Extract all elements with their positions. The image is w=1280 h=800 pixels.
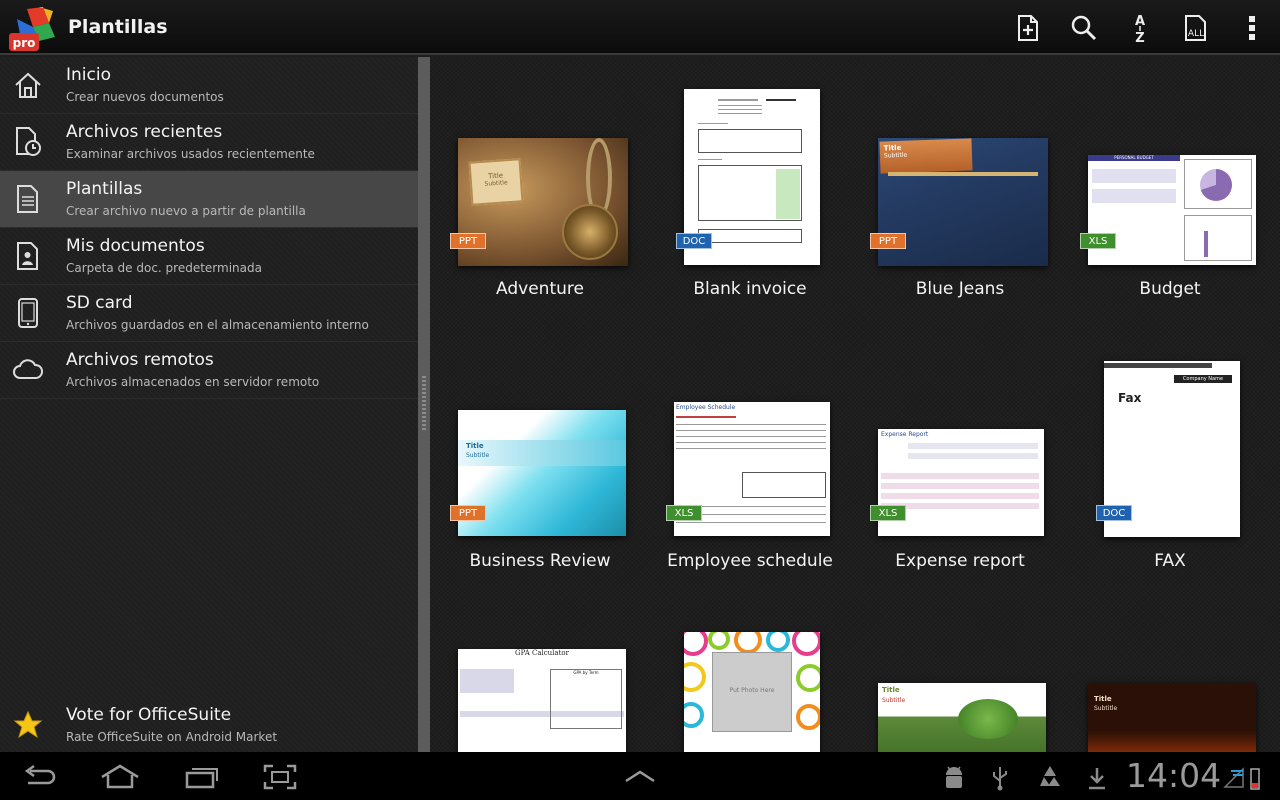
recent-apps-icon[interactable] xyxy=(182,762,222,792)
svg-text:pro: pro xyxy=(13,36,36,50)
search-icon[interactable] xyxy=(1066,10,1102,46)
file-type-badge: XLS xyxy=(870,505,906,521)
sidebar-item-subtitle: Carpeta de doc. predeterminada xyxy=(66,261,262,275)
file-type-badge: DOC xyxy=(676,233,712,249)
recent-files-icon xyxy=(11,125,45,159)
home-nav-icon[interactable] xyxy=(98,760,142,792)
sidebar-item-plantillas[interactable]: Plantillas Crear archivo nuevo a partir … xyxy=(0,171,418,228)
sidebar-item-inicio[interactable]: Inicio Crear nuevos documentos xyxy=(0,57,418,114)
sidebar-item-sd-card[interactable]: SD card Archivos guardados en el almacen… xyxy=(0,285,418,342)
sidebar-item-vote[interactable]: Vote for OfficeSuite Rate OfficeSuite on… xyxy=(0,697,418,752)
signal-battery-icon xyxy=(1222,764,1264,794)
sidebar-item-subtitle: Rate OfficeSuite on Android Market xyxy=(66,730,278,744)
file-type-badge: XLS xyxy=(666,505,702,521)
screenshot-icon[interactable] xyxy=(260,762,300,792)
officesuite-app: pro Plantillas AZ ALL Inicio Crear nuevo… xyxy=(0,0,1280,800)
template-name: FAX xyxy=(1154,551,1186,571)
template-name: Blue Jeans xyxy=(915,279,1005,299)
sidebar-item-title: Archivos recientes xyxy=(66,122,223,142)
action-bar: pro Plantillas AZ ALL xyxy=(0,0,1280,55)
template-tile-blank-invoice[interactable]: DOC Blank invoice xyxy=(645,57,855,317)
sidebar-item-subtitle: Crear nuevos documentos xyxy=(66,90,224,104)
template-name: Blank invoice xyxy=(693,279,807,299)
file-type-badge: PPT xyxy=(870,233,906,249)
sidebar-item-title: Vote for OfficeSuite xyxy=(66,705,232,725)
all-files-icon[interactable]: ALL xyxy=(1178,10,1214,46)
sort-az-icon[interactable]: AZ xyxy=(1122,10,1158,46)
sidebar-item-recent[interactable]: Archivos recientes Examinar archivos usa… xyxy=(0,114,418,171)
home-icon xyxy=(11,68,45,102)
navigation-sidebar: Inicio Crear nuevos documentos Archivos … xyxy=(0,57,418,752)
template-tile-fax[interactable]: Company Name Fax DOC FAX xyxy=(1065,329,1275,589)
template-name: Budget xyxy=(1139,279,1201,299)
cloud-icon xyxy=(11,353,45,387)
template-tile-expense-report[interactable]: Expense Report XLS Expense report xyxy=(855,329,1065,589)
recycle-icon xyxy=(1034,762,1066,792)
svg-text:Z: Z xyxy=(1135,31,1144,43)
file-type-badge: PPT xyxy=(450,233,486,249)
sidebar-item-archivos-remotos[interactable]: Archivos remotos Archivos almacenados en… xyxy=(0,342,418,399)
templates-grid: Title Subtitle PPT Adventure DOC Blank i… xyxy=(430,57,1280,752)
app-drawer-chevron-icon[interactable] xyxy=(620,766,660,786)
template-thumbnail: Title Subtitle xyxy=(878,683,1046,752)
template-tile-budget[interactable]: PERSONAL BUDGET XLS Budget xyxy=(1065,57,1275,317)
sidebar-item-title: Archivos remotos xyxy=(66,350,214,370)
back-icon[interactable] xyxy=(20,762,60,792)
template-tile-blue-jeans[interactable]: Title Subtitle PPT Blue Jeans xyxy=(855,57,1065,317)
status-clock: 14:04 xyxy=(1126,756,1222,795)
template-name: Business Review xyxy=(469,551,611,571)
svg-text:ALL: ALL xyxy=(1188,29,1204,39)
sidebar-item-subtitle: Archivos guardados en el almacenamiento … xyxy=(66,318,369,332)
officesuite-logo-icon[interactable]: pro xyxy=(9,5,59,51)
file-type-badge: XLS xyxy=(1080,233,1116,249)
system-navigation-bar xyxy=(0,752,1280,800)
sidebar-item-title: SD card xyxy=(66,293,133,313)
android-debug-icon xyxy=(940,764,968,792)
template-thumbnail: Put Photo Here xyxy=(684,632,820,752)
divider-grip-handle[interactable] xyxy=(422,376,426,432)
template-name: Employee schedule xyxy=(667,551,833,571)
file-type-badge: PPT xyxy=(450,505,486,521)
template-tile-business-review[interactable]: Title Subtitle PPT Business Review xyxy=(435,329,645,589)
sidebar-item-subtitle: Examinar archivos usados recientemente xyxy=(66,147,315,161)
sidebar-item-title: Mis documentos xyxy=(66,236,205,256)
usb-icon xyxy=(986,764,1014,792)
template-tile-gpa-calculator[interactable]: GPA Calculator GPA by Term xyxy=(435,601,645,752)
templates-icon xyxy=(11,182,45,216)
template-thumbnail: GPA Calculator GPA by Term xyxy=(458,649,626,752)
template-name: Adventure xyxy=(496,279,584,299)
overflow-menu-icon[interactable] xyxy=(1234,10,1270,46)
sidebar-item-subtitle: Crear archivo nuevo a partir de plantill… xyxy=(66,204,306,218)
template-thumbnail: Title Subtitle xyxy=(1088,683,1256,752)
new-document-icon[interactable] xyxy=(1010,10,1046,46)
download-icon xyxy=(1084,764,1110,792)
template-tile-employee-schedule[interactable]: Employee Schedule XLS Employee schedule xyxy=(645,329,855,589)
sd-card-icon xyxy=(11,296,45,330)
template-tile-sunset[interactable]: Title Subtitle xyxy=(1065,601,1275,752)
template-name: Expense report xyxy=(895,551,1025,571)
template-tile-salad[interactable]: Title Subtitle xyxy=(855,601,1065,752)
sidebar-item-title: Inicio xyxy=(66,65,111,85)
sidebar-item-subtitle: Archivos almacenados en servidor remoto xyxy=(66,375,320,389)
template-tile-photo-frame[interactable]: Put Photo Here xyxy=(645,601,855,752)
sidebar-item-mis-documentos[interactable]: Mis documentos Carpeta de doc. predeterm… xyxy=(0,228,418,285)
file-type-badge: DOC xyxy=(1096,505,1132,521)
my-documents-icon xyxy=(11,239,45,273)
page-title: Plantillas xyxy=(68,16,168,38)
sidebar-item-title: Plantillas xyxy=(66,179,143,199)
template-tile-adventure[interactable]: Title Subtitle PPT Adventure xyxy=(435,57,645,317)
star-icon xyxy=(11,708,45,742)
